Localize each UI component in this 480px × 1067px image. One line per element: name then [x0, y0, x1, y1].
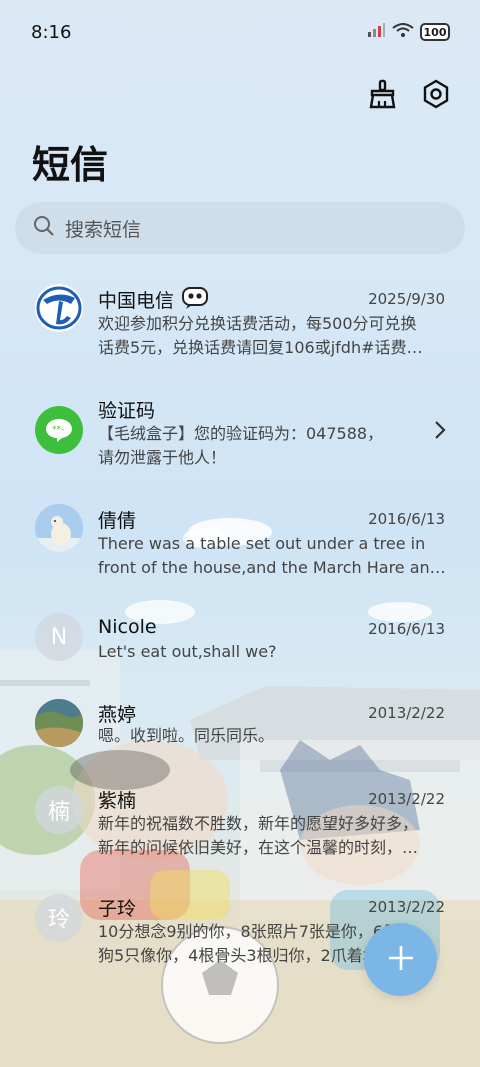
avatar: 楠 — [35, 786, 83, 834]
avatar: N — [35, 613, 83, 661]
conversation-item[interactable]: 燕婷 2013/2/22 嗯。收到啦。同乐同乐。 — [0, 688, 480, 768]
conversation-date: 2025/9/30 — [368, 290, 445, 308]
search-icon — [33, 215, 55, 241]
conversation-name: 燕婷 — [98, 704, 137, 726]
conversation-name: 倩倩 — [98, 510, 137, 532]
conversation-item[interactable]: 中国电信 2025/9/30 欢迎参加积分兑换话费活动，每500分可兑换 话费5… — [0, 272, 480, 372]
conversation-name: 验证码 — [98, 400, 156, 422]
conversation-preview: 嗯。收到啦。同乐同乐。 — [98, 726, 275, 745]
conversation-item[interactable]: 倩倩 2016/6/13 There was a table set out u… — [0, 492, 480, 592]
conversation-date: 2013/2/22 — [368, 898, 445, 916]
avatar: 玲 — [35, 894, 83, 942]
conversation-item[interactable]: 楠 紫楠 2013/2/22 新年的祝福数不胜数，新年的愿望好多好多， 新年的问… — [0, 774, 480, 874]
conversation-name: 紫楠 — [98, 790, 137, 812]
search-placeholder: 搜索短信 — [65, 218, 142, 241]
conversation-name: 中国电信 — [98, 290, 175, 312]
conversation-preview: 【毛绒盒子】您的验证码为：047588， — [98, 424, 384, 443]
settings-icon[interactable] — [420, 78, 452, 110]
signal-icon — [366, 22, 386, 42]
compose-button[interactable] — [364, 923, 437, 996]
conversation-date: 2013/2/22 — [368, 704, 445, 722]
conversation-preview: front of the house,and the March Hare an… — [98, 558, 446, 577]
conversation-preview: 话费5元，兑换话费请回复106或jfdh#话费… — [98, 338, 423, 357]
landscape-photo — [35, 699, 83, 747]
conversation-name: Nicole — [98, 616, 157, 638]
conversation-name: 子玲 — [98, 898, 137, 920]
conversation-preview: 新年的问候依旧美好，在这个温馨的时刻，… — [98, 838, 419, 857]
conversation-date: 2013/2/22 — [368, 790, 445, 808]
message-bubble-icon: **- — [35, 406, 83, 454]
china-telecom-logo — [35, 284, 83, 332]
conversation-preview: Let's eat out,shall we? — [98, 642, 277, 661]
broom-icon[interactable] — [366, 78, 398, 110]
conversation-date: 2016/6/13 — [368, 510, 445, 528]
conversation-date: 2016/6/13 — [368, 620, 445, 638]
conversation-item[interactable]: **- 验证码 【毛绒盒子】您的验证码为：047588， 请勿泄露于他人！ — [0, 382, 480, 482]
conversation-item[interactable]: N Nicole 2016/6/13 Let's eat out,shall w… — [0, 602, 480, 682]
battery-icon: 100 — [420, 23, 450, 41]
plus-icon — [386, 943, 416, 977]
svg-text:**-: **- — [52, 425, 64, 435]
conversation-preview: 请勿泄露于他人！ — [98, 448, 227, 467]
polar-bear-photo — [35, 504, 83, 552]
wifi-icon — [392, 22, 414, 42]
status-icons: 100 — [366, 22, 450, 42]
chatbot-icon — [181, 286, 209, 314]
conversation-preview: There was a table set out under a tree i… — [98, 534, 426, 553]
search-input[interactable]: 搜索短信 — [15, 202, 465, 254]
chevron-right-icon — [434, 420, 446, 444]
conversation-preview: 新年的祝福数不胜数，新年的愿望好多好多， — [98, 814, 419, 833]
top-actions — [366, 78, 452, 110]
conversation-preview: 欢迎参加积分兑换话费活动，每500分可兑换 — [98, 314, 417, 333]
page-title: 短信 — [32, 143, 109, 187]
status-bar: 8:16 100 — [0, 0, 480, 66]
status-time: 8:16 — [31, 22, 72, 43]
